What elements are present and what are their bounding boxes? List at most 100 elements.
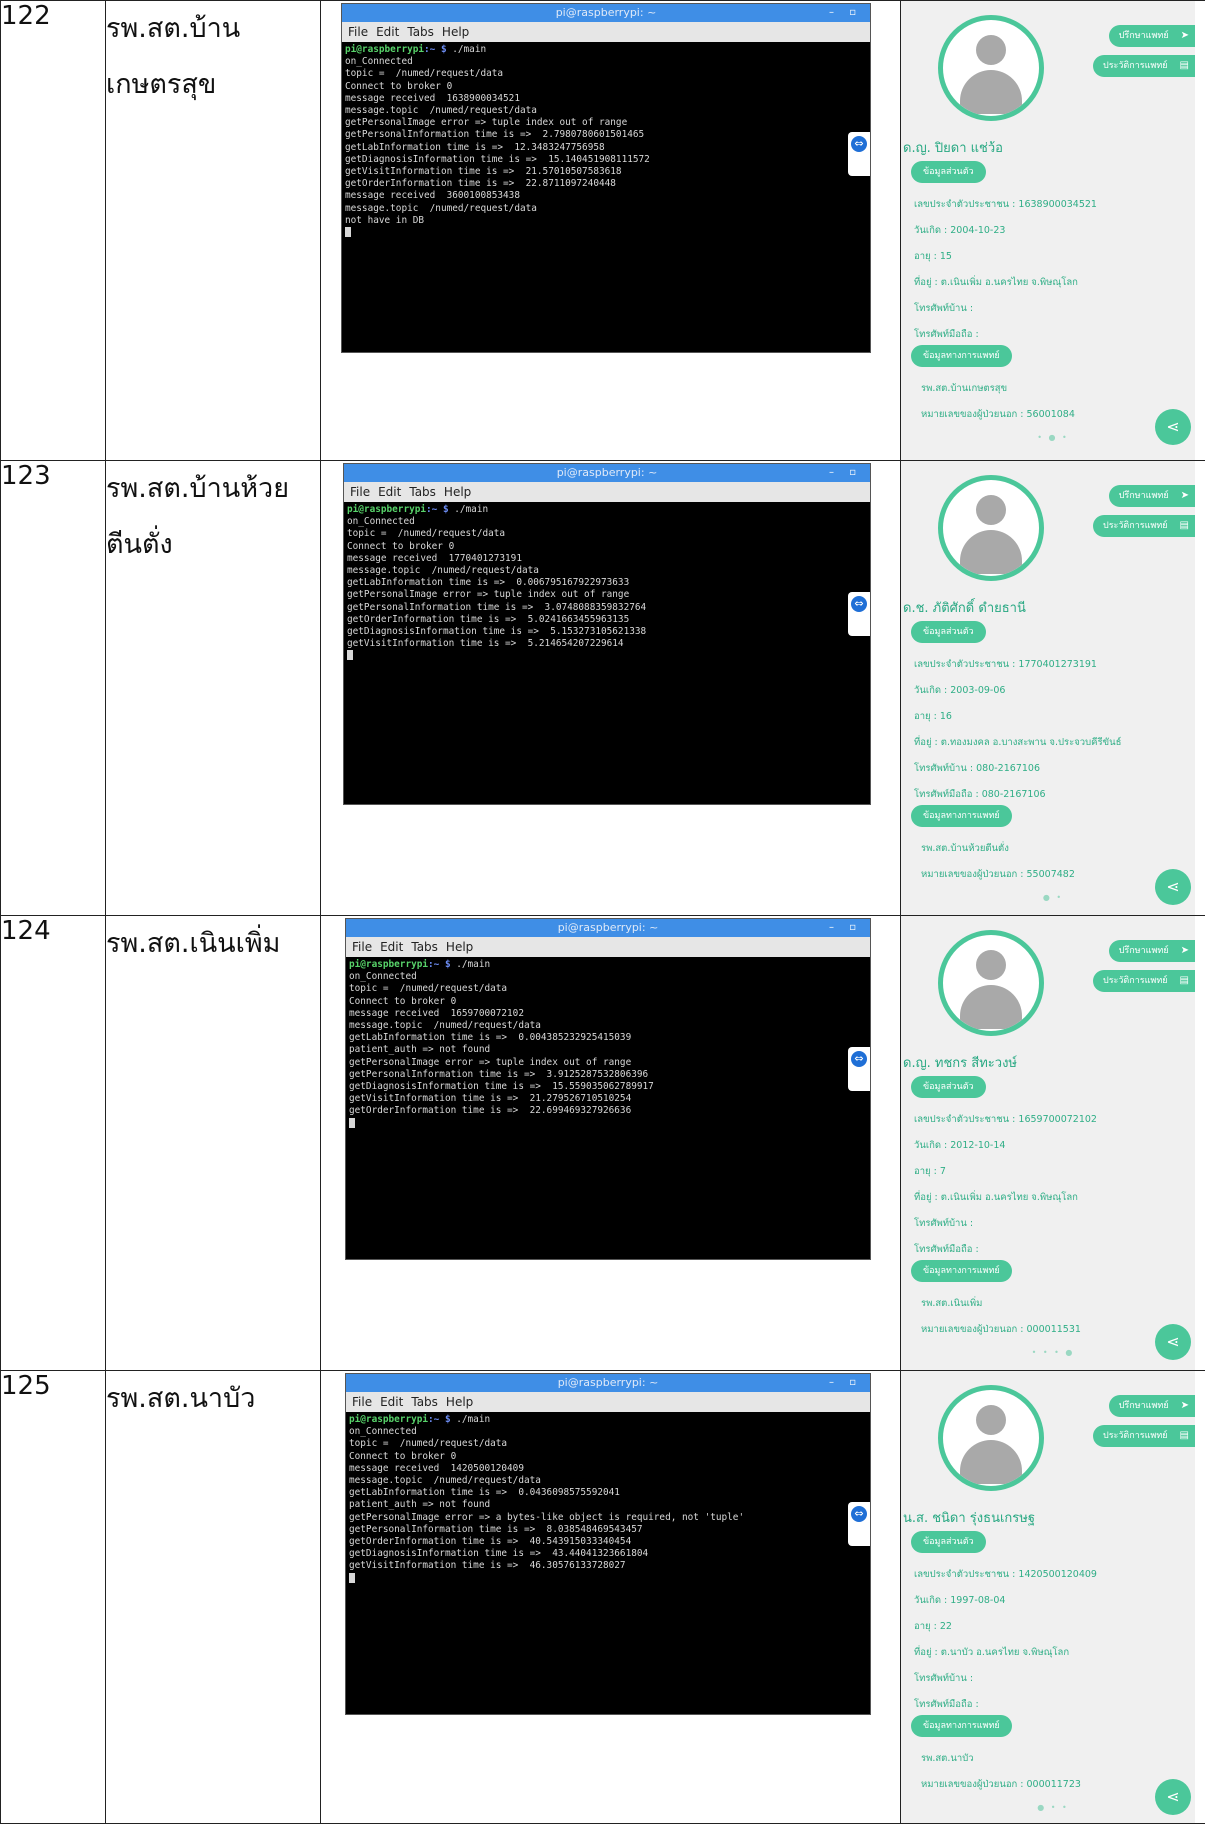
teamviewer-tab[interactable]: ⇔ xyxy=(848,132,870,176)
terminal-command: ./main xyxy=(447,44,487,55)
id-card-icon: ▤ xyxy=(1180,60,1189,71)
avatar-body xyxy=(960,70,1022,114)
terminal-output: pi@raspberrypi:~ $ ./main on_Connected t… xyxy=(346,957,870,1134)
terminal-line: getPersonalImage error => tuple index ou… xyxy=(349,1057,631,1068)
menu-item[interactable]: File xyxy=(352,940,372,954)
terminal-line: message received 1770401273191 xyxy=(347,553,522,564)
terminal-prompt-path: :~ $ xyxy=(426,504,449,515)
menu-item[interactable]: Help xyxy=(444,485,471,499)
personal-info-section[interactable]: ข้อมูลส่วนตัว xyxy=(911,1076,986,1098)
medical-history-button[interactable]: ประวัติการแพทย์▤ xyxy=(1093,1425,1199,1447)
personal-info-section[interactable]: ข้อมูลส่วนตัว xyxy=(911,161,986,183)
window-controls: – ▫ xyxy=(829,1374,862,1392)
send-icon: ➤ xyxy=(1181,1400,1189,1411)
medical-history-button[interactable]: ประวัติการแพทย์ ▤ xyxy=(1093,515,1199,537)
teamviewer-icon: ⇔ xyxy=(851,1051,867,1067)
menu-item[interactable]: Edit xyxy=(380,940,403,954)
terminal-line: message received 1659700072102 xyxy=(349,1008,524,1019)
menu-item[interactable]: Help xyxy=(446,940,473,954)
terminal-line: getPersonalImage error => a bytes-like o… xyxy=(349,1512,744,1523)
right-margin xyxy=(1195,461,1205,915)
personal-info-section[interactable]: ข้อมูลส่วนตัว xyxy=(911,621,986,643)
outpatient-number: หมายเลขของผู้ป่วยนอก : 56001084 xyxy=(921,407,1075,422)
personal-info-section[interactable]: ข้อมูลส่วนตัว xyxy=(911,1531,986,1553)
patient-name: ด.ช. ภัติศักดิ์ ดำยธานี xyxy=(903,597,1026,618)
share-button[interactable]: ⋖ xyxy=(1155,1779,1191,1815)
id-card-icon: ▤ xyxy=(1180,1430,1189,1441)
send-icon: ➤ xyxy=(1181,30,1189,41)
personal-info-field: ที่อยู่ : ต.ทองมงคล อ.บางสะพาน จ.ประจวบค… xyxy=(914,735,1121,750)
outpatient-number: หมายเลขของผู้ป่วยนอก : 000011531 xyxy=(921,1322,1081,1337)
menu-item[interactable]: File xyxy=(350,485,370,499)
medical-info-section[interactable]: ข้อมูลทางการแพทย์ xyxy=(911,805,1012,827)
consult-doctor-button[interactable]: ปรึกษาแพทย์➤ xyxy=(1109,485,1199,507)
terminal-line: getPersonalImage error => tuple index ou… xyxy=(345,117,627,128)
medical-info-section[interactable]: ข้อมูลทางการแพทย์ xyxy=(911,345,1012,367)
terminal-line: message received 1638900034521 xyxy=(345,93,520,104)
patient-name: น.ส. ชนิดา รุ่งธนเกรษฐ xyxy=(903,1507,1035,1528)
terminal-line: patient_auth => not found xyxy=(349,1044,490,1055)
right-margin xyxy=(1195,1371,1205,1823)
consult-doctor-button[interactable]: ปรึกษาแพทย์➤ xyxy=(1109,1395,1199,1417)
avatar-icon xyxy=(938,1385,1044,1491)
teamviewer-icon: ⇔ xyxy=(851,1506,867,1522)
results-table: 122รพ.สต.บ้านเกษตรสุขpi@raspberrypi: ~– … xyxy=(0,0,1205,1824)
personal-info-field: วันเกิด : 2003-09-06 xyxy=(914,683,1005,698)
menu-item[interactable]: Tabs xyxy=(409,485,436,499)
teamviewer-tab[interactable]: ⇔ xyxy=(848,1502,870,1546)
teamviewer-tab[interactable]: ⇔ xyxy=(848,1047,870,1091)
menu-item[interactable]: Tabs xyxy=(411,1395,438,1409)
menu-item[interactable]: Edit xyxy=(380,1395,403,1409)
terminal-titlebar: pi@raspberrypi: ~– ▫ xyxy=(346,1374,870,1392)
menu-item[interactable]: File xyxy=(352,1395,372,1409)
terminal-title: pi@raspberrypi: ~ xyxy=(557,466,658,479)
medical-history-button[interactable]: ประวัติการแพทย์▤ xyxy=(1093,55,1199,77)
consult-doctor-label: ปรึกษาแพทย์ xyxy=(1119,946,1169,956)
app-screenshot-cell: ปรึกษาแพทย์➤ ประวัติการแพทย์ ▤ ด.ช. ภัติศัก… xyxy=(901,461,1205,916)
menu-item[interactable]: Edit xyxy=(376,25,399,39)
consult-doctor-label: ปรึกษาแพทย์ xyxy=(1119,31,1169,41)
terminal-line: getOrderInformation time is => 40.543915… xyxy=(349,1536,631,1547)
terminal-line: topic = /numed/request/data xyxy=(345,68,503,79)
terminal-prompt-user: pi@raspberrypi xyxy=(349,959,428,970)
terminal-line: patient_auth => not found xyxy=(349,1499,490,1510)
menu-item[interactable]: File xyxy=(348,25,368,39)
menu-item[interactable]: Help xyxy=(446,1395,473,1409)
teamviewer-tab[interactable]: ⇔ xyxy=(848,592,870,636)
terminal-titlebar: pi@raspberrypi: ~– ▫ xyxy=(346,919,870,937)
medical-history-label: ประวัติการแพทย์ xyxy=(1103,521,1168,531)
terminal-line: getOrderInformation time is => 22.871109… xyxy=(345,178,616,189)
personal-info-field: อายุ : 22 xyxy=(914,1619,952,1634)
terminal-line: getLabInformation time is => 0.006795167… xyxy=(347,577,629,588)
outpatient-number: หมายเลขของผู้ป่วยนอก : 000011723 xyxy=(921,1777,1081,1792)
menu-item[interactable]: Tabs xyxy=(411,940,438,954)
medical-history-button[interactable]: ประวัติการแพทย์▤ xyxy=(1093,970,1199,992)
terminal-line: getPersonalInformation time is => 3.9125… xyxy=(349,1069,648,1080)
menu-item[interactable]: Tabs xyxy=(407,25,434,39)
avatar-icon xyxy=(938,475,1044,581)
terminal-menubar: File Edit Tabs Help xyxy=(346,937,870,957)
consult-doctor-button[interactable]: ปรึกษาแพทย์ ➤ xyxy=(1109,25,1199,47)
terminal-menubar: File Edit Tabs Help xyxy=(346,1392,870,1412)
row-number: 122 xyxy=(1,1,106,461)
hospital-name: รพ.สต.เนินเพิ่ม xyxy=(106,916,321,1371)
hospital-name: รพ.สต.บ้านห้วยตีนตั่ง xyxy=(106,461,321,916)
share-button[interactable]: ⋖ xyxy=(1155,409,1191,445)
hospital-name: รพ.สต.บ้านเกษตรสุข xyxy=(106,1,321,461)
menu-item[interactable]: Help xyxy=(442,25,469,39)
share-button[interactable]: ⋖ xyxy=(1155,1324,1191,1360)
terminal-line: message.topic /numed/request/data xyxy=(345,105,537,116)
medical-info-section[interactable]: ข้อมูลทางการแพทย์ xyxy=(911,1260,1012,1282)
window-controls: – ▫ xyxy=(829,919,862,937)
id-card-icon: ▤ xyxy=(1180,520,1189,531)
share-icon: ⋖ xyxy=(1166,1787,1179,1806)
menu-item[interactable]: Edit xyxy=(378,485,401,499)
share-button[interactable]: ⋖ xyxy=(1155,869,1191,905)
medical-info-section[interactable]: ข้อมูลทางการแพทย์ xyxy=(911,1715,1012,1737)
terminal-title: pi@raspberrypi: ~ xyxy=(556,6,657,19)
window-controls: – ▫ xyxy=(829,4,862,22)
id-card-icon: ▤ xyxy=(1180,975,1189,986)
app-screenshot-cell: ปรึกษาแพทย์➤ ประวัติการแพทย์▤ น.ส. ชนิดา ร… xyxy=(901,1371,1205,1824)
personal-info-field: โทรศัพท์มือถือ : xyxy=(914,1242,979,1257)
consult-doctor-button[interactable]: ปรึกษาแพทย์➤ xyxy=(1109,940,1199,962)
